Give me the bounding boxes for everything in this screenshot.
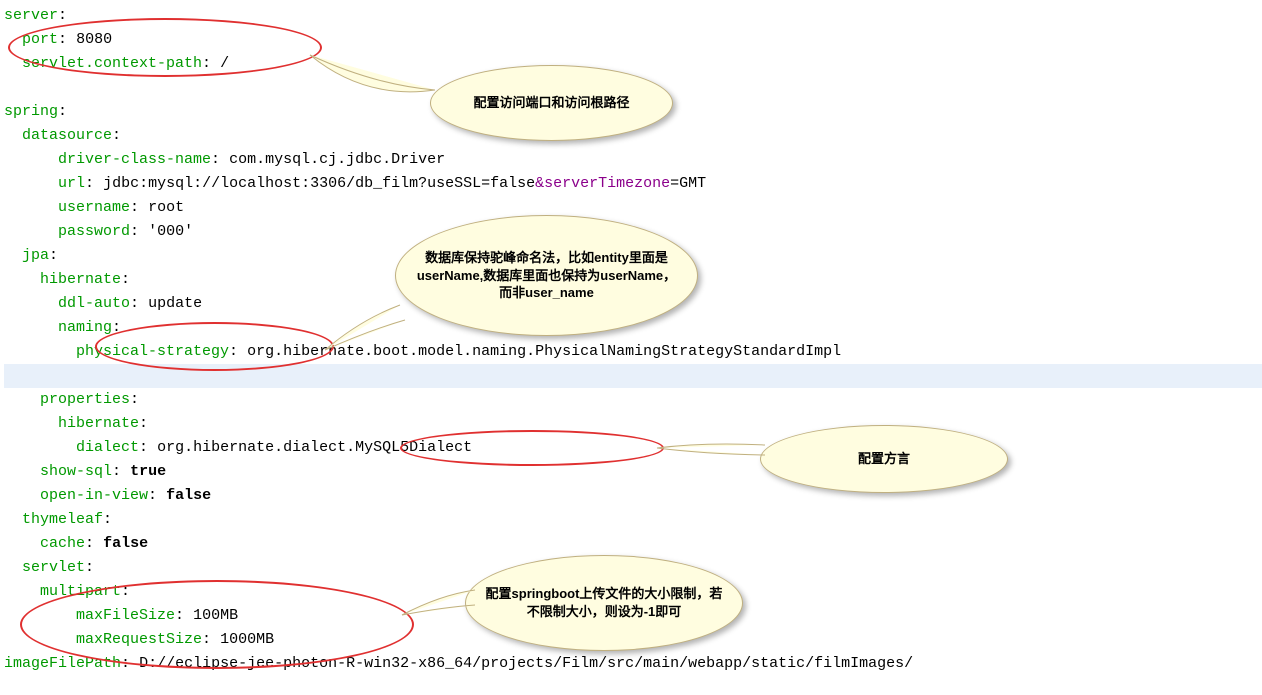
highlight-circle-2 (95, 322, 334, 371)
highlight-circle-4 (20, 580, 414, 669)
callout-port: 配置访问端口和访问根路径 (430, 65, 673, 141)
callout-dialect: 配置方言 (760, 425, 1008, 493)
callout-naming: 数据库保持驼峰命名法，比如entity里面是userName,数据库里面也保持为… (395, 215, 698, 336)
highlight-circle-3 (400, 430, 664, 466)
callout-multipart: 配置springboot上传文件的大小限制，若不限制大小，则设为-1即可 (465, 555, 743, 651)
highlight-circle-1 (8, 18, 322, 77)
